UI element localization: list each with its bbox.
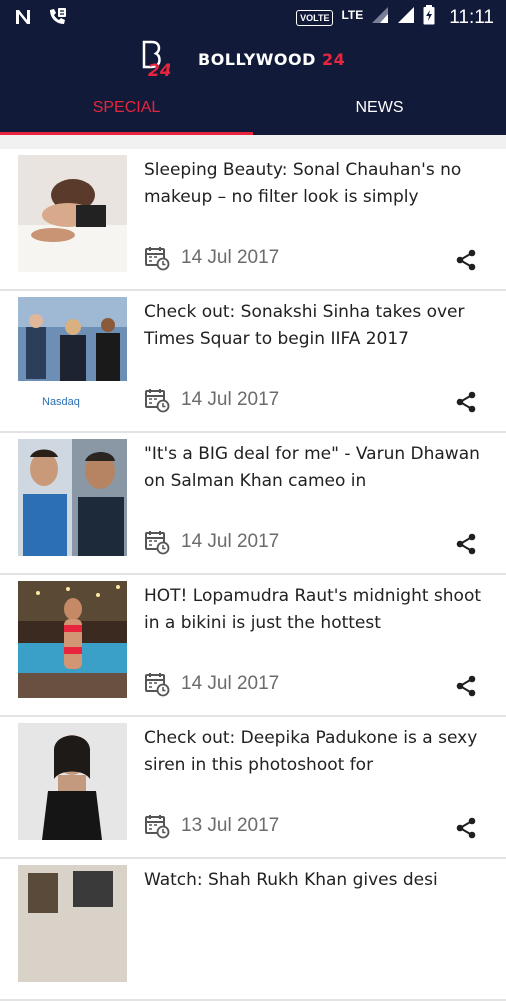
signal-icon-2 <box>397 6 415 29</box>
status-bar: VOLTE LTE 11:11 <box>0 0 506 36</box>
article-date: 14 Jul 2017 <box>181 247 280 268</box>
article-card[interactable]: "It's a BIG deal for me" - Varun Dhawan … <box>0 433 506 575</box>
app-title-name: BOLLYWOOD <box>198 49 316 69</box>
app-bar: 24 BOLLYWOOD 24 <box>0 36 506 80</box>
article-card[interactable]: HOT! Lopamudra Raut's midnight shoot in … <box>0 575 506 717</box>
article-title[interactable]: HOT! Lopamudra Raut's midnight shoot in … <box>144 583 489 637</box>
app-logo: 24 BOLLYWOOD 24 <box>142 40 345 78</box>
nasdaq-label: Nasdaq <box>42 396 80 408</box>
logo-number: 24 <box>148 61 170 78</box>
article-title[interactable]: "It's a BIG deal for me" - Varun Dhawan … <box>144 441 489 495</box>
calendar-icon <box>144 671 170 701</box>
share-icon[interactable] <box>455 817 477 843</box>
article-title[interactable]: Check out: Deepika Padukone is a sexy si… <box>144 725 489 779</box>
lte-label: LTE <box>341 7 364 22</box>
article-card[interactable]: Watch: Shah Rukh Khan gives desi <box>0 859 506 1001</box>
article-date: 14 Jul 2017 <box>181 673 280 694</box>
tab-indicator <box>0 132 253 135</box>
share-icon[interactable] <box>455 533 477 559</box>
article-thumbnail[interactable] <box>18 865 127 982</box>
article-thumbnail[interactable] <box>18 439 127 556</box>
article-title[interactable]: Watch: Shah Rukh Khan gives desi <box>144 867 489 894</box>
calendar-icon <box>144 387 170 417</box>
share-icon[interactable] <box>455 249 477 275</box>
article-thumbnail[interactable] <box>18 581 127 698</box>
article-card[interactable]: Nasdaq Check out: Sonakshi Sinha takes o… <box>0 291 506 433</box>
article-card[interactable]: Check out: Deepika Padukone is a sexy si… <box>0 717 506 859</box>
tab-bar: SPECIAL NEWS <box>0 80 506 135</box>
app-title: BOLLYWOOD 24 <box>198 50 345 69</box>
battery-icon <box>423 5 435 30</box>
clock: 11:11 <box>449 6 494 28</box>
article-thumbnail[interactable]: Nasdaq <box>18 297 127 414</box>
calendar-icon <box>144 245 170 275</box>
article-date: 14 Jul 2017 <box>181 531 280 552</box>
app-title-number: 24 <box>322 49 346 69</box>
article-title[interactable]: Check out: Sonakshi Sinha takes over Tim… <box>144 299 489 353</box>
article-date: 13 Jul 2017 <box>181 815 280 836</box>
calendar-icon <box>144 813 170 843</box>
article-thumbnail[interactable] <box>18 155 127 272</box>
b24-logo-icon: 24 <box>142 40 170 78</box>
article-card[interactable]: Sleeping Beauty: Sonal Chauhan's no make… <box>0 149 506 291</box>
share-icon[interactable] <box>455 675 477 701</box>
missed-call-icon <box>46 6 68 32</box>
tab-news[interactable]: NEWS <box>253 80 506 135</box>
article-date: 14 Jul 2017 <box>181 389 280 410</box>
article-thumbnail[interactable] <box>18 723 127 840</box>
tab-special[interactable]: SPECIAL <box>0 80 253 135</box>
notification-n-icon <box>14 8 32 30</box>
article-title[interactable]: Sleeping Beauty: Sonal Chauhan's no make… <box>144 157 489 211</box>
share-icon[interactable] <box>455 391 477 417</box>
calendar-icon <box>144 529 170 559</box>
volte-badge: VOLTE <box>296 9 334 26</box>
signal-icon-1 <box>371 6 389 29</box>
